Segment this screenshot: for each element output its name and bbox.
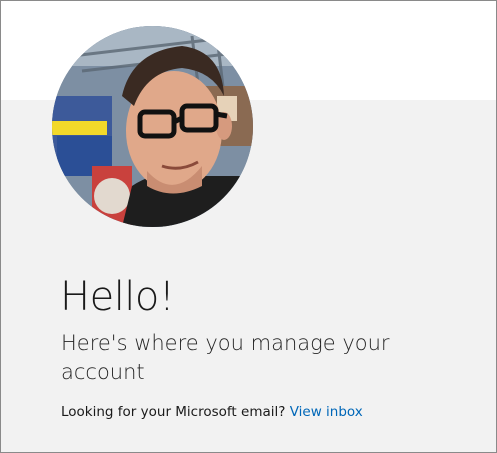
email-prompt-text: Looking for your Microsoft email? — [61, 404, 286, 420]
email-prompt: Looking for your Microsoft email? View i… — [61, 404, 363, 420]
profile-avatar[interactable] — [52, 26, 253, 227]
page-subtitle: Here's where you manage your account — [61, 331, 390, 384]
view-inbox-link[interactable]: View inbox — [290, 404, 363, 420]
account-page: Hello! Here's where you manage your acco… — [0, 0, 497, 453]
greeting-heading: Hello! — [60, 274, 175, 320]
profile-photo-illustration — [52, 26, 253, 227]
